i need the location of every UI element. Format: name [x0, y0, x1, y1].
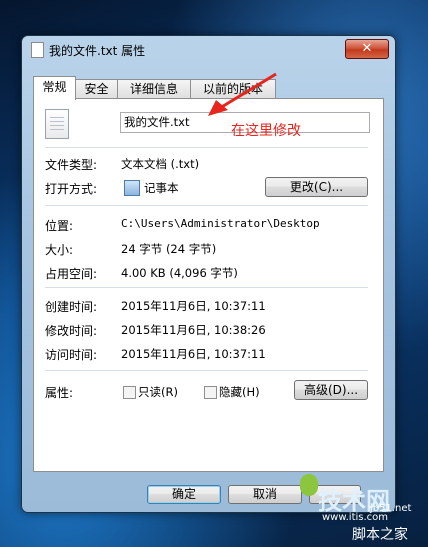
- close-button[interactable]: ✕: [345, 39, 389, 59]
- attributes-label: 属性:: [45, 386, 74, 400]
- location-label: 位置:: [45, 219, 74, 233]
- hidden-label[interactable]: 隐藏(H): [219, 384, 260, 400]
- created-value: 2015年11月6日, 10:37:11: [121, 299, 266, 313]
- watermark-footer: 脚本之家: [352, 527, 408, 543]
- separator: [45, 205, 368, 206]
- advanced-button[interactable]: 高级(D)...: [294, 380, 368, 400]
- file-icon: [31, 42, 44, 58]
- watermark-site2: jb51.net: [370, 503, 412, 514]
- tab-security[interactable]: 安全: [75, 79, 118, 99]
- open-with-label: 打开方式:: [45, 182, 98, 196]
- annotation-text: 在这里修改: [231, 123, 301, 139]
- readonly-checkbox[interactable]: [123, 386, 136, 399]
- notepad-icon: [124, 180, 140, 196]
- modified-label: 修改时间:: [45, 324, 98, 338]
- accessed-value: 2015年11月6日, 10:37:11: [121, 347, 266, 361]
- separator: [45, 287, 368, 288]
- annotation-arrow: [208, 72, 277, 116]
- type-label: 文件类型:: [45, 158, 98, 172]
- separator: [45, 147, 368, 148]
- disk-size-label: 占用空间:: [45, 267, 98, 281]
- modified-value: 2015年11月6日, 10:38:26: [121, 323, 266, 337]
- separator: [45, 370, 368, 371]
- disk-size-value: 4.00 KB (4,096 字节): [121, 266, 238, 280]
- location-value: C:\Users\Administrator\Desktop: [121, 217, 320, 230]
- type-value: 文本文档 (.txt): [121, 157, 200, 171]
- text-file-icon: [45, 109, 69, 139]
- tab-details[interactable]: 详细信息: [117, 79, 191, 99]
- general-panel: 我的文件.txt 文件类型: 文本文档 (.txt) 打开方式: 记事本 更改(…: [33, 98, 384, 472]
- accessed-label: 访问时间:: [45, 348, 98, 362]
- hidden-checkbox[interactable]: [204, 386, 217, 399]
- tab-general[interactable]: 常规: [33, 76, 76, 100]
- title-bar[interactable]: 我的文件.txt 属性 ✕: [22, 36, 395, 62]
- size-value: 24 字节 (24 字节): [121, 242, 217, 256]
- watermark-logo-icon: [300, 474, 318, 496]
- change-button[interactable]: 更改(C)...: [265, 177, 368, 197]
- readonly-label[interactable]: 只读(R): [138, 384, 178, 400]
- created-label: 创建时间:: [45, 300, 98, 314]
- cancel-button[interactable]: 取消: [228, 485, 302, 504]
- window-title: 我的文件.txt 属性: [49, 44, 146, 58]
- ok-button[interactable]: 确定: [147, 485, 221, 504]
- size-label: 大小:: [45, 243, 74, 257]
- open-with-value: 记事本: [144, 181, 179, 195]
